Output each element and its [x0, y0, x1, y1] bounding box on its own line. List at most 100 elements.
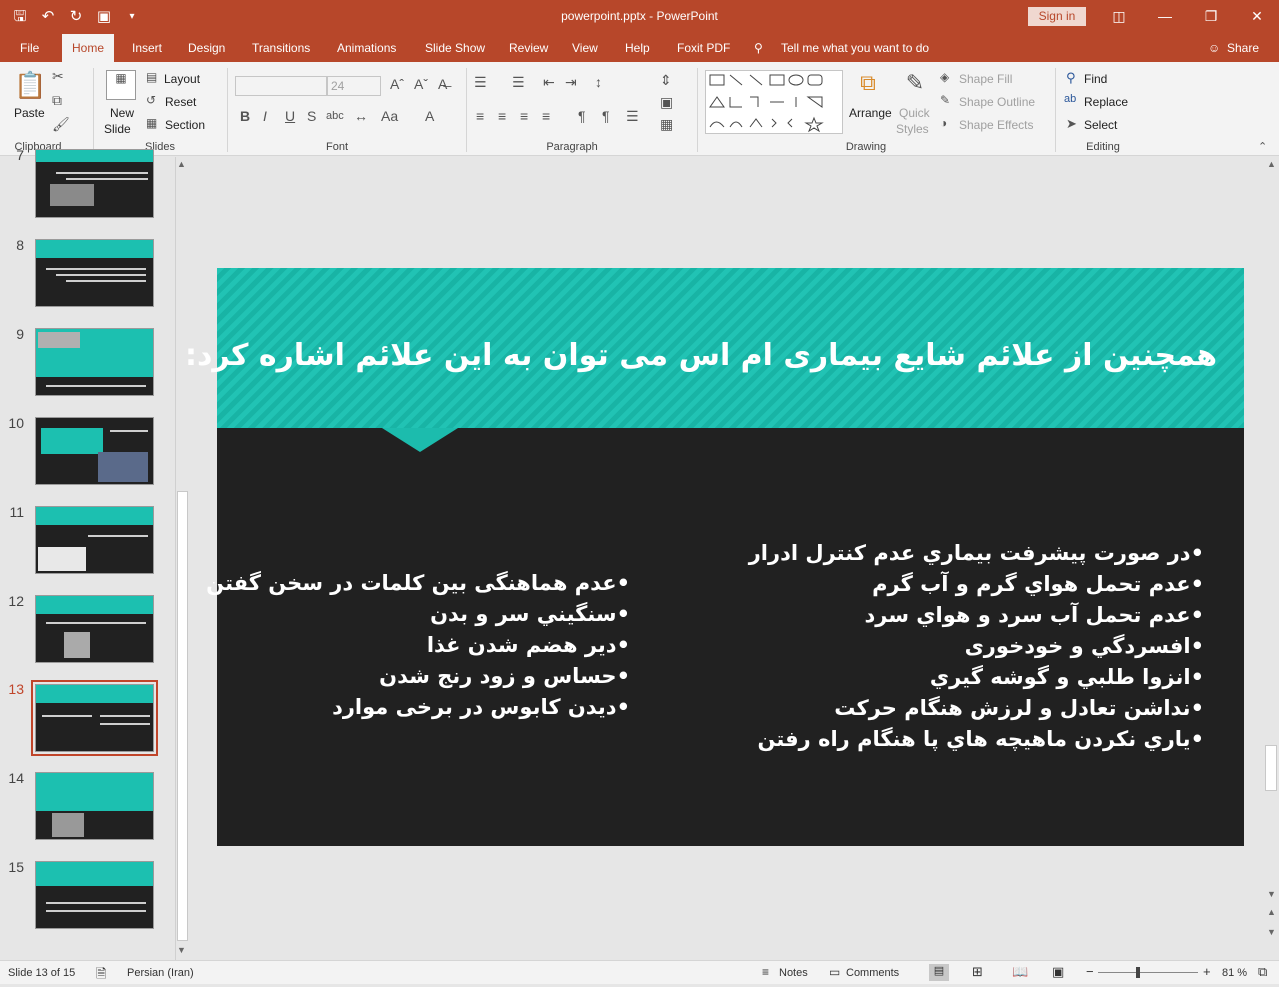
character-spacing-icon[interactable]: ↔	[354, 108, 368, 124]
new-slide-label-2[interactable]: Slide	[104, 122, 131, 136]
left-bullet-list[interactable]: •عدم هماهنگی بين کلمات در سخن گفتن •سنگي…	[206, 568, 630, 723]
tab-home[interactable]: Home	[62, 34, 115, 62]
paste-icon[interactable]: 📋	[14, 70, 46, 102]
columns-icon[interactable]: ☰	[626, 108, 639, 125]
tab-foxit-pdf[interactable]: Foxit PDF	[677, 34, 730, 62]
tab-transitions[interactable]: Transitions	[252, 34, 310, 62]
slide-thumbnail-14[interactable]	[35, 772, 154, 840]
increase-indent-icon[interactable]: ⇥	[565, 74, 577, 91]
tab-help[interactable]: Help	[625, 34, 650, 62]
tab-design[interactable]: Design	[188, 34, 225, 62]
new-slide-icon[interactable]: ▦	[106, 70, 136, 100]
normal-view-icon[interactable]: ▤	[929, 964, 949, 981]
change-case-icon[interactable]: Aa	[381, 108, 398, 124]
text-direction-icon[interactable]: ⇕	[660, 72, 672, 89]
tab-review[interactable]: Review	[509, 34, 548, 62]
scroll-thumb[interactable]	[1265, 745, 1277, 791]
align-center-icon[interactable]: ≡	[498, 108, 506, 124]
scroll-thumb[interactable]	[177, 491, 188, 941]
comments-icon[interactable]: ▭	[829, 965, 840, 979]
comments-button[interactable]: Comments	[846, 967, 899, 979]
font-size-combo[interactable]: 24	[327, 76, 381, 96]
slide-thumbnail-7[interactable]	[35, 149, 154, 218]
scroll-up-icon[interactable]: ▲	[1267, 159, 1276, 169]
justify-icon[interactable]: ≡	[542, 108, 550, 124]
new-slide-label[interactable]: New	[110, 106, 134, 120]
rtl-icon[interactable]: ¶	[602, 108, 610, 124]
tab-view[interactable]: View	[572, 34, 598, 62]
previous-slide-icon[interactable]: ▲	[1267, 907, 1276, 917]
slide-scrollbar[interactable]: ▲ ▼ ▲ ▼	[1264, 157, 1279, 960]
line-spacing-icon[interactable]: ↕	[595, 74, 602, 90]
format-painter-icon[interactable]: 🖌	[52, 116, 70, 133]
slide-thumbnail-12[interactable]	[35, 595, 154, 663]
shadow-icon[interactable]: S	[307, 108, 316, 124]
slide-title[interactable]: همچنین از علائم شایع بیماری ام اس می توا…	[185, 338, 1217, 373]
align-left-icon[interactable]: ≡	[476, 108, 484, 124]
select-button[interactable]: Select	[1084, 118, 1117, 132]
arrange-icon[interactable]: ⧉	[853, 70, 883, 98]
share-button[interactable]: Share	[1227, 34, 1259, 62]
slide-sorter-icon[interactable]: ⊞	[972, 964, 983, 980]
zoom-slider[interactable]	[1098, 972, 1198, 973]
next-slide-icon[interactable]: ▼	[1267, 927, 1276, 937]
bullets-icon[interactable]: ☰	[474, 74, 487, 91]
decrease-font-icon[interactable]: Aˇ	[414, 76, 428, 92]
thumbnail-scrollbar[interactable]: ▲ ▼	[175, 157, 189, 960]
cut-icon[interactable]: ✂	[52, 68, 64, 85]
arrange-button[interactable]: Arrange	[849, 106, 892, 120]
share-icon[interactable]: ☺	[1208, 34, 1220, 62]
slide-thumbnail-11[interactable]	[35, 506, 154, 574]
zoom-level[interactable]: 81 %	[1222, 967, 1247, 979]
tab-animations[interactable]: Animations	[337, 34, 396, 62]
shape-fill-button[interactable]: Shape Fill	[959, 72, 1012, 86]
notes-button[interactable]: Notes	[779, 967, 808, 979]
zoom-in-icon[interactable]: +	[1203, 964, 1211, 979]
decrease-indent-icon[interactable]: ⇤	[543, 74, 555, 91]
notes-icon[interactable]: ≡	[762, 965, 769, 979]
reset-button[interactable]: Reset	[165, 95, 196, 109]
smartart-icon[interactable]: ▦	[660, 116, 673, 133]
find-button[interactable]: Find	[1084, 72, 1107, 86]
scroll-down-icon[interactable]: ▼	[177, 945, 186, 955]
zoom-slider-thumb[interactable]	[1136, 967, 1140, 978]
tell-me-search[interactable]: Tell me what you want to do	[781, 34, 929, 62]
font-color-icon[interactable]: A	[425, 108, 434, 124]
slide-thumbnail-15[interactable]	[35, 861, 154, 929]
replace-button[interactable]: Replace	[1084, 95, 1128, 109]
section-button[interactable]: Section	[165, 118, 205, 132]
increase-font-icon[interactable]: Aˆ	[390, 76, 404, 92]
underline-icon[interactable]: U	[285, 108, 295, 124]
numbering-icon[interactable]: ☰	[512, 74, 525, 91]
language-indicator[interactable]: Persian (Iran)	[127, 967, 194, 979]
clear-formatting-icon[interactable]: A̶	[438, 76, 447, 92]
scroll-down-icon[interactable]: ▼	[1267, 889, 1276, 899]
align-text-icon[interactable]: ▣	[660, 94, 673, 111]
layout-button[interactable]: Layout	[164, 72, 200, 86]
zoom-out-icon[interactable]: −	[1086, 964, 1094, 979]
strikethrough-icon[interactable]: abc	[326, 110, 344, 122]
restore-icon[interactable]: ❐	[1196, 5, 1226, 27]
slide-thumbnail-10[interactable]	[35, 417, 154, 485]
align-right-icon[interactable]: ≡	[520, 108, 528, 124]
quick-styles-button[interactable]: Quick	[899, 106, 930, 120]
close-icon[interactable]: ✕	[1242, 5, 1272, 27]
fit-slide-icon[interactable]: ⧉	[1258, 964, 1267, 980]
scroll-up-icon[interactable]: ▲	[177, 159, 186, 169]
tab-file[interactable]: File	[20, 34, 39, 62]
shapes-gallery[interactable]	[705, 70, 843, 134]
reading-view-icon[interactable]: 📖	[1012, 964, 1028, 980]
ribbon-display-icon[interactable]: ◫	[1104, 5, 1134, 27]
slideshow-view-icon[interactable]: ▣	[1052, 964, 1064, 980]
bold-icon[interactable]: B	[240, 108, 250, 124]
tab-slide-show[interactable]: Slide Show	[425, 34, 485, 62]
right-bullet-list[interactable]: •در صورت پیشرفت بیماري عدم کنترل ادرار •…	[749, 538, 1204, 755]
sign-in-button[interactable]: Sign in	[1028, 7, 1086, 26]
tab-insert[interactable]: Insert	[132, 34, 162, 62]
paste-button[interactable]: Paste	[14, 106, 45, 120]
slide-thumbnail-8[interactable]	[35, 239, 154, 307]
slide[interactable]: همچنین از علائم شایع بیماری ام اس می توا…	[185, 268, 1244, 846]
shape-effects-button[interactable]: Shape Effects	[959, 118, 1034, 132]
italic-icon[interactable]: I	[263, 108, 267, 124]
slide-thumbnail-9[interactable]	[35, 328, 154, 396]
